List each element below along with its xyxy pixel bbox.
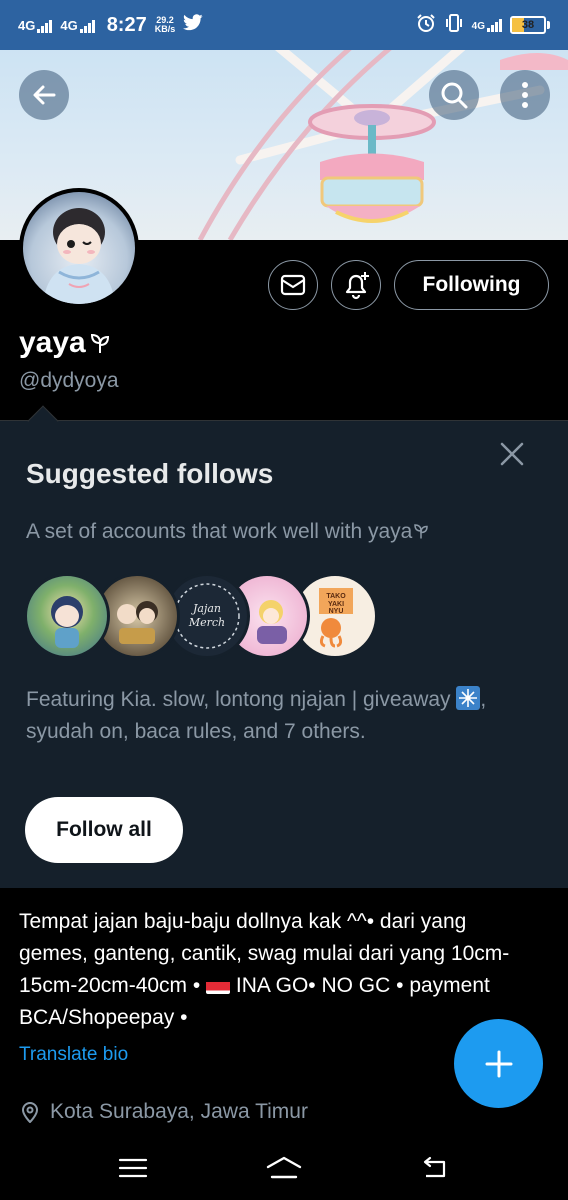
- home-icon[interactable]: [265, 1155, 303, 1186]
- search-icon: [441, 82, 468, 109]
- more-options-button[interactable]: [500, 70, 550, 120]
- profile-bio: Tempat jajan baju-baju dollnya kak ^^• d…: [19, 906, 539, 1034]
- back-arrow-icon: [33, 85, 56, 105]
- suggested-avatar-text: Merch: [188, 616, 225, 629]
- search-button[interactable]: [429, 70, 479, 120]
- indonesia-flag-icon: [206, 977, 231, 994]
- status-bar: 4G 4G 8:27 29.2 KB/s 4G 38: [0, 0, 568, 50]
- profile-location: Kota Surabaya, Jawa Timur: [20, 1100, 308, 1124]
- bell-plus-icon: [345, 272, 369, 300]
- more-vertical-icon: [522, 82, 528, 108]
- display-name: yaya: [19, 326, 112, 360]
- suggested-follows-subtitle: A set of accounts that work well with ya…: [26, 520, 430, 544]
- suggested-avatar-text: NYU: [329, 608, 344, 615]
- battery-level: 38: [521, 19, 535, 31]
- suggested-follows-description: Featuring Kia. slow, lontong njajan | gi…: [26, 684, 526, 748]
- clock: 8:27: [106, 13, 147, 36]
- close-icon: [500, 442, 524, 466]
- avatar[interactable]: [19, 188, 139, 308]
- message-button[interactable]: [268, 260, 318, 310]
- battery-icon: 38: [510, 16, 550, 34]
- alarm-icon: [416, 13, 436, 38]
- notification-button[interactable]: [331, 260, 381, 310]
- sprout-icon: [90, 333, 109, 353]
- translate-bio-link[interactable]: Translate bio: [19, 1044, 128, 1066]
- compose-tweet-button[interactable]: [454, 1019, 543, 1108]
- suggested-avatar-text: Jajan: [191, 602, 221, 615]
- follow-all-button[interactable]: Follow all: [25, 797, 183, 863]
- mail-icon: [280, 274, 306, 296]
- signal-icon: 4G: [18, 17, 53, 33]
- display-name-text: yaya: [19, 326, 86, 359]
- suggested-follows-title: Suggested follows: [26, 458, 274, 489]
- network-speed: 29.2 KB/s: [155, 16, 176, 34]
- close-suggestions-button[interactable]: [494, 436, 530, 472]
- user-handle: @dydyoya: [19, 369, 119, 392]
- signal-icon: 4G: [471, 18, 502, 32]
- suggested-follows-subtitle-text: A set of accounts that work well with ya…: [26, 520, 413, 543]
- sprout-icon: [414, 524, 429, 539]
- suggested-avatar[interactable]: [24, 573, 110, 659]
- network-type-2: 4G: [60, 17, 78, 33]
- suggested-avatar-text: YAKI: [328, 601, 344, 608]
- twitter-icon: [183, 14, 203, 36]
- following-button[interactable]: Following: [394, 260, 549, 310]
- system-nav-bar: [0, 1140, 568, 1200]
- location-pin-icon: [21, 1102, 39, 1123]
- location-text: Kota Surabaya, Jawa Timur: [50, 1100, 308, 1123]
- signal-icon: 4G: [60, 17, 95, 33]
- back-icon[interactable]: [420, 1156, 450, 1185]
- network-type-3: 4G: [471, 20, 485, 32]
- network-type-1: 4G: [18, 17, 36, 33]
- suggested-description-text: Featuring Kia. slow, lontong njajan | gi…: [26, 688, 451, 711]
- suggested-avatars: Jajan Merch TAKO YAKI NYU: [24, 573, 378, 659]
- vibrate-icon: [444, 13, 464, 38]
- sparkle-emoji-icon: [456, 686, 481, 710]
- network-speed-unit: KB/s: [154, 24, 176, 34]
- suggested-avatar-text: TAKO: [326, 593, 346, 600]
- back-button[interactable]: [19, 70, 69, 120]
- menu-icon[interactable]: [118, 1157, 148, 1184]
- plus-icon: [485, 1050, 512, 1077]
